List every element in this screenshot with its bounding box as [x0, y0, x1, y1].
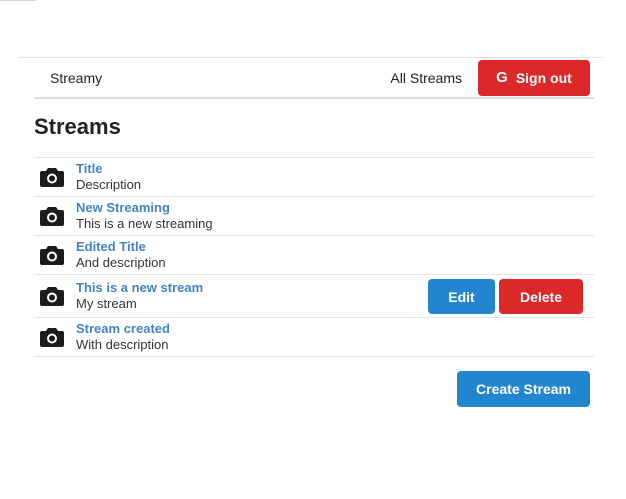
stream-description: With description	[76, 337, 169, 352]
list-item: Edited Title And description	[34, 236, 594, 275]
list-item-content: New Streaming This is a new streaming	[76, 200, 213, 232]
page: Streamy All Streams G Sign out Streams T…	[0, 0, 626, 499]
list-item: This is a new stream My stream Edit Dele…	[34, 275, 594, 318]
stream-actions: Edit Delete	[428, 279, 583, 314]
stream-title[interactable]: Edited Title	[76, 239, 166, 255]
stream-title[interactable]: Title	[76, 161, 141, 177]
stream-description: My stream	[76, 296, 137, 311]
list-item: New Streaming This is a new streaming	[34, 197, 594, 236]
camera-icon	[40, 328, 64, 347]
stream-title[interactable]: This is a new stream	[76, 280, 203, 296]
sign-out-label: Sign out	[515, 69, 572, 86]
camera-icon	[40, 168, 64, 187]
camera-icon	[40, 287, 64, 306]
edit-button[interactable]: Edit	[428, 279, 495, 314]
list-item-content: This is a new stream My stream	[76, 280, 203, 312]
sign-out-button[interactable]: G Sign out	[478, 59, 590, 96]
list-item: Title Description	[34, 158, 594, 197]
google-icon: G	[496, 69, 508, 86]
stream-description: This is a new streaming	[76, 216, 213, 231]
delete-button[interactable]: Delete	[499, 279, 583, 314]
create-stream-button[interactable]: Create Stream	[457, 371, 590, 407]
list-item-content: Title Description	[76, 161, 141, 193]
stream-description: Description	[76, 177, 142, 192]
page-title: Streams	[34, 114, 121, 139]
camera-icon	[40, 207, 64, 226]
stream-description: And description	[76, 255, 166, 270]
list-item: Stream created With description	[34, 318, 594, 357]
brand-link[interactable]: Streamy	[50, 70, 102, 86]
camera-icon	[40, 246, 64, 265]
all-streams-link[interactable]: All Streams	[390, 70, 462, 86]
stream-title[interactable]: Stream created	[76, 321, 170, 337]
stream-title[interactable]: New Streaming	[76, 200, 213, 216]
corner-divider	[0, 0, 36, 1]
stream-list: Title Description New Streaming This is …	[34, 157, 594, 357]
list-item-content: Edited Title And description	[76, 239, 166, 271]
header-menu: Streamy All Streams G Sign out	[34, 58, 594, 99]
list-item-content: Stream created With description	[76, 321, 170, 353]
